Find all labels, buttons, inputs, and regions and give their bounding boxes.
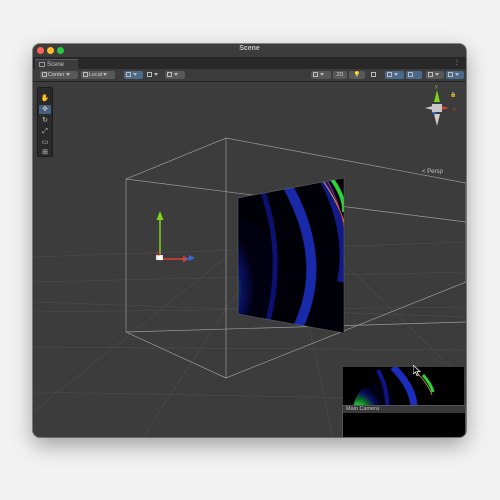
lighting-toggle[interactable]: 💡	[349, 71, 365, 79]
space-label: Local	[89, 72, 103, 78]
chevron-down-icon	[435, 73, 439, 77]
chevron-down-icon	[320, 73, 324, 77]
hidden-objects-toggle[interactable]	[406, 71, 422, 79]
chevron-down-icon	[455, 73, 459, 77]
transform-gizmo[interactable]	[156, 211, 195, 262]
rotate-icon[interactable]: ↻	[39, 116, 51, 125]
mouse-cursor-icon	[413, 365, 421, 376]
scale-icon[interactable]: ⤢	[39, 127, 51, 136]
snap-increment-icon	[147, 72, 152, 78]
audio-toggle[interactable]	[369, 71, 383, 79]
light-bulb-icon: 💡	[353, 72, 361, 78]
grid-snapping-button[interactable]	[124, 71, 143, 79]
grid-snap-icon	[126, 72, 131, 78]
toggle-tools-button[interactable]	[165, 71, 185, 79]
space-dropdown[interactable]: Local	[81, 71, 115, 79]
pivot-icon	[42, 72, 47, 78]
title-bar: Scene	[33, 44, 466, 58]
chevron-down-icon	[65, 73, 70, 77]
projection-toggle[interactable]: < Persp	[422, 169, 443, 175]
orientation-gizmo[interactable]: x y 🔒	[425, 84, 456, 126]
audio-icon	[371, 72, 376, 78]
camera-icon	[428, 72, 433, 78]
svg-text:y: y	[435, 84, 438, 90]
tools-icon	[167, 72, 172, 78]
window-title: Scene	[239, 45, 260, 52]
scene-render: x y 🔒	[33, 84, 466, 437]
effects-icon	[387, 72, 392, 78]
chevron-down-icon	[103, 73, 108, 77]
snap-increment-button[interactable]	[145, 71, 162, 79]
scene-icon	[39, 61, 45, 67]
local-space-icon	[83, 72, 88, 78]
pivot-label: Center	[48, 72, 65, 78]
svg-text:x: x	[453, 107, 456, 113]
rect-icon[interactable]: ▭	[39, 138, 51, 147]
camera-preview: Main Camera	[342, 405, 466, 437]
tab-scene-label: Scene	[47, 62, 65, 68]
transform-icon[interactable]: ⊞	[39, 148, 51, 157]
gizmos-icon	[448, 72, 453, 78]
tool-palette: ✋ ✥ ↻ ⤢ ▭ ⊞	[37, 87, 53, 157]
eye-icon	[408, 72, 413, 78]
hand-icon[interactable]: ✋	[39, 94, 51, 103]
scene-viewport[interactable]: x y 🔒 ✋ ✥ ↻ ⤢ ▭ ⊞ < Persp Main Camera	[33, 82, 466, 437]
scene-window: Scene Scene ⋮ Center Local 2D 💡 x y 🔒 ✋ …	[33, 44, 466, 437]
chevron-down-icon	[174, 73, 178, 77]
gizmos-dropdown[interactable]	[446, 71, 464, 79]
draw-mode-dropdown[interactable]	[311, 71, 331, 79]
shading-mode-icon	[313, 72, 318, 78]
scene-toolbar: Center Local 2D 💡	[33, 69, 466, 82]
mode-2d-toggle[interactable]: 2D	[333, 71, 347, 79]
svg-text:🔒: 🔒	[450, 91, 456, 98]
tab-menu-icon[interactable]: ⋮	[454, 59, 460, 68]
textured-quad	[237, 177, 345, 334]
chevron-down-icon	[133, 73, 137, 77]
chevron-down-icon	[394, 73, 398, 77]
camera-settings-dropdown[interactable]	[426, 71, 444, 79]
effects-dropdown[interactable]	[385, 71, 404, 79]
pivot-dropdown[interactable]: Center	[40, 71, 78, 79]
chevron-down-icon	[154, 73, 158, 77]
tab-bar: Scene ⋮	[33, 58, 466, 70]
camera-preview-title: Main Camera	[343, 406, 465, 413]
move-icon[interactable]: ✥	[39, 105, 51, 114]
